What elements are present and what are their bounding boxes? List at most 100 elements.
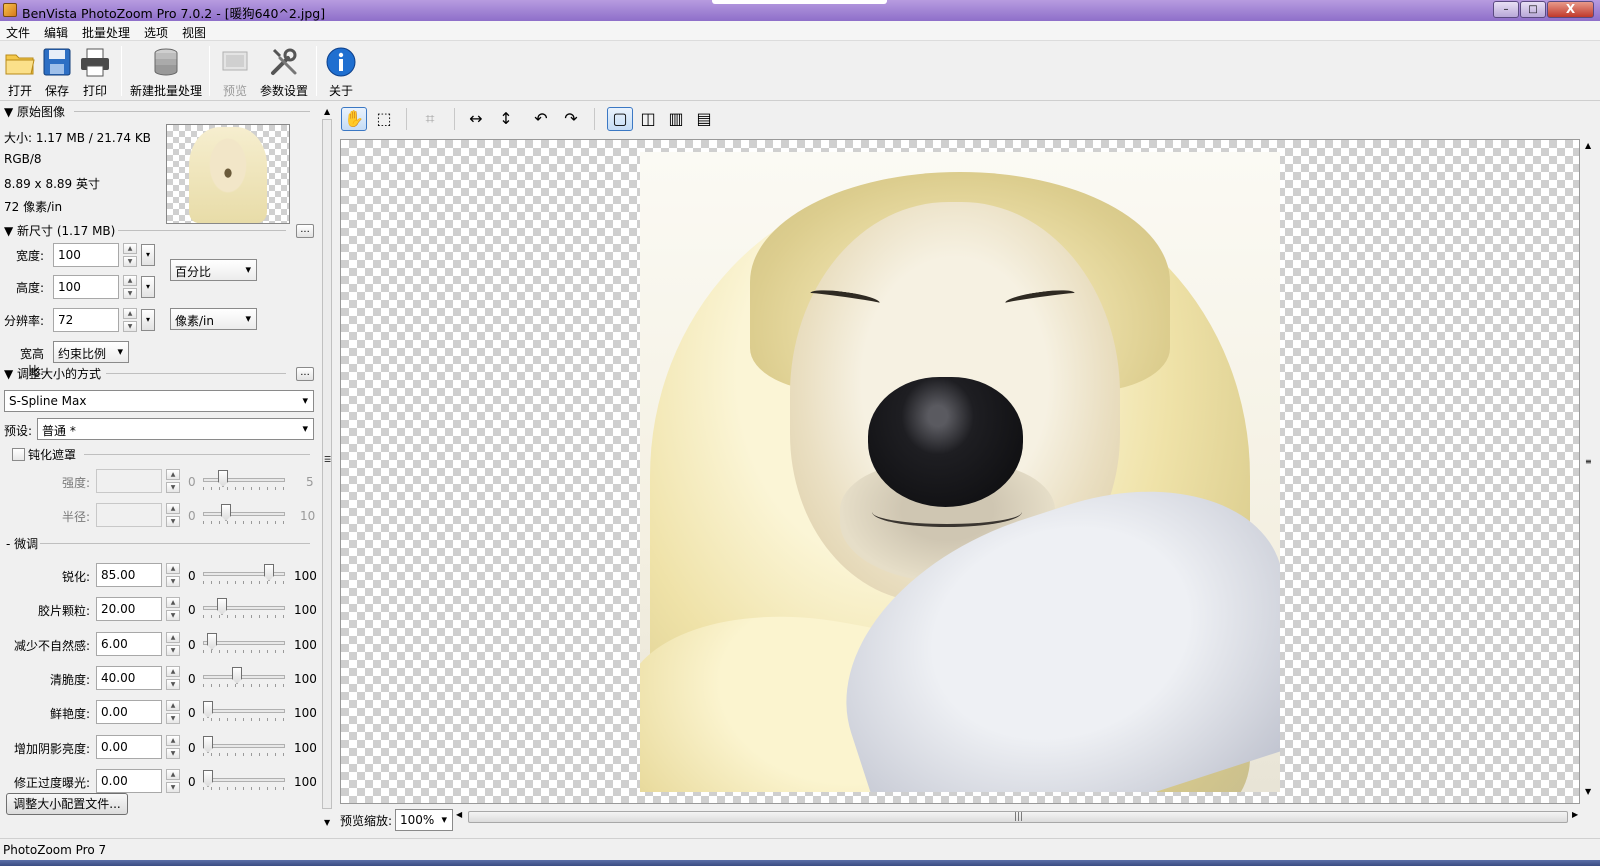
fine-tune-input[interactable]: 40.00 (96, 666, 162, 690)
height-spinner[interactable]: ▲ ▼ (123, 275, 137, 299)
section-divider (118, 230, 286, 231)
resize-method-more-button[interactable]: ... (296, 367, 314, 381)
radius-slider-track[interactable] (203, 512, 285, 516)
select-tool-button[interactable]: ⬚ (371, 107, 397, 131)
horizontal-scroll-thumb[interactable]: ||| (468, 811, 1568, 823)
preview-canvas[interactable] (340, 139, 1580, 804)
crop-tool-button[interactable]: ⌗ (417, 107, 443, 131)
new-size-header[interactable]: ▼ 新尺寸 (1.17 MB) (4, 222, 115, 239)
rotate-right-button[interactable]: ↷ (558, 107, 584, 131)
fine-tune-label: 清脆度: (49, 673, 90, 687)
fine-tune-label: 锐化: (61, 570, 90, 584)
fine-tune-spinner[interactable]: ▲ ▼ (166, 563, 180, 587)
fine-tune-slider-thumb[interactable] (264, 564, 274, 581)
about-button[interactable]: 关于 (317, 44, 365, 100)
canvas-horizontal-scrollbar[interactable]: ◀ ||| ▶ (456, 808, 1580, 826)
fine-tune-slider-track[interactable] (203, 744, 285, 748)
settings-button[interactable]: 参数设置 (254, 44, 314, 100)
photo-dog-nose (868, 377, 1023, 507)
strength-slider-track[interactable] (203, 478, 285, 482)
panel-scrollbar[interactable]: ▲ ☰ ▼ (320, 101, 336, 836)
maximize-button[interactable]: □ (1520, 1, 1546, 18)
menu-file[interactable]: 文件 (6, 24, 30, 41)
unsharp-mask-checkbox[interactable] (12, 448, 25, 461)
scroll-down-icon[interactable]: ▼ (1585, 787, 1591, 796)
resize-method-select[interactable]: S-Spline Max (4, 390, 314, 412)
height-unit-dropdown[interactable]: ▾ (141, 276, 155, 298)
original-image-header[interactable]: ▼ 原始图像 (4, 103, 65, 120)
scroll-up-icon[interactable]: ▲ (1585, 141, 1591, 150)
original-dimensions: 8.89 x 8.89 英寸 (4, 177, 100, 191)
fine-tune-input[interactable]: 85.00 (96, 563, 162, 587)
fine-tune-input[interactable]: 6.00 (96, 632, 162, 656)
fine-tune-slider-thumb[interactable] (203, 770, 213, 787)
split-vertical-button[interactable]: ◫ (635, 107, 661, 131)
fine-tune-max: 100 (294, 741, 317, 755)
fine-tune-spinner[interactable]: ▲ ▼ (166, 666, 180, 690)
fine-tune-input[interactable]: 0.00 (96, 700, 162, 724)
menu-options[interactable]: 选项 (144, 24, 168, 41)
strength-slider-thumb[interactable] (218, 470, 228, 487)
toolbar-separator (594, 108, 595, 130)
fine-tune-slider-track[interactable] (203, 675, 285, 679)
scroll-right-icon[interactable]: ▶ (1572, 810, 1578, 819)
fine-tune-slider-track[interactable] (203, 778, 285, 782)
fine-tune-slider-thumb[interactable] (232, 667, 242, 684)
single-view-button[interactable]: ▢ (607, 107, 633, 131)
close-button[interactable]: X (1547, 1, 1594, 18)
resolution-spinner[interactable]: ▲ ▼ (123, 308, 137, 332)
fine-tune-spinner[interactable]: ▲ ▼ (166, 632, 180, 656)
toolbar-separator (406, 108, 407, 130)
panel-scroll-track[interactable] (322, 119, 332, 809)
fine-tune-spinner[interactable]: ▲ ▼ (166, 735, 180, 759)
hand-tool-button[interactable]: ✋ (341, 107, 367, 131)
preview-button[interactable]: 预览 (211, 44, 259, 100)
canvas-vertical-scrollbar[interactable]: ▲ ≡ ▼ (1582, 139, 1596, 804)
fine-tune-spinner[interactable]: ▲ ▼ (166, 597, 180, 621)
fit-width-button[interactable]: ↔ (463, 107, 489, 131)
menu-batch[interactable]: 批量处理 (82, 24, 130, 41)
tools-icon (271, 48, 297, 75)
width-unit-dropdown[interactable]: ▾ (141, 244, 155, 266)
fine-tune-slider-thumb[interactable] (217, 598, 227, 615)
minimize-button[interactable]: – (1493, 1, 1519, 18)
fine-tune-input[interactable]: 20.00 (96, 597, 162, 621)
fine-tune-slider-track[interactable] (203, 606, 285, 610)
fine-tune-spinner[interactable]: ▲ ▼ (166, 769, 180, 793)
aspect-select[interactable]: 约束比例 (53, 341, 129, 363)
width-input[interactable]: 100 (53, 243, 119, 267)
fine-tune-slider-track[interactable] (203, 709, 285, 713)
slider-ticks (203, 615, 285, 618)
resize-method-header[interactable]: ▼ 调整大小的方式 (4, 365, 101, 382)
scroll-left-icon[interactable]: ◀ (456, 810, 462, 819)
fine-tune-slider-thumb[interactable] (207, 633, 217, 650)
fine-tune-slider-thumb[interactable] (203, 736, 213, 753)
resolution-input[interactable]: 72 (53, 308, 119, 332)
width-spinner[interactable]: ▲ ▼ (123, 243, 137, 267)
slider-ticks (203, 753, 285, 756)
menu-edit[interactable]: 编辑 (44, 24, 68, 41)
fine-tune-input[interactable]: 0.00 (96, 769, 162, 793)
scroll-down-icon[interactable]: ▼ (324, 818, 330, 827)
menu-view[interactable]: 视图 (182, 24, 206, 41)
rotate-left-button[interactable]: ↶ (528, 107, 554, 131)
zoom-select[interactable]: 100% (395, 809, 453, 831)
scroll-up-icon[interactable]: ▲ (324, 107, 330, 116)
split-horizontal-button[interactable]: ▤ (691, 107, 717, 131)
resize-profile-button[interactable]: 调整大小配置文件... (6, 793, 128, 815)
fine-tune-slider-thumb[interactable] (203, 701, 213, 718)
crop-icon: ⌗ (425, 109, 435, 128)
resolution-unit-select[interactable]: 像素/in (170, 308, 257, 330)
fit-height-button[interactable]: ↕ (493, 107, 519, 131)
new-batch-button[interactable]: 新建批量处理 (128, 44, 204, 100)
height-input[interactable]: 100 (53, 275, 119, 299)
fine-tune-input[interactable]: 0.00 (96, 735, 162, 759)
dual-view-button[interactable]: ▥ (663, 107, 689, 131)
resolution-dropdown[interactable]: ▾ (141, 309, 155, 331)
fine-tune-spinner[interactable]: ▲ ▼ (166, 700, 180, 724)
size-unit-select[interactable]: 百分比 (170, 259, 257, 281)
radius-slider-thumb[interactable] (221, 504, 231, 521)
new-size-more-button[interactable]: ... (296, 224, 314, 238)
preset-select[interactable]: 普通 * (37, 418, 314, 440)
print-button[interactable]: 打印 (71, 44, 119, 100)
